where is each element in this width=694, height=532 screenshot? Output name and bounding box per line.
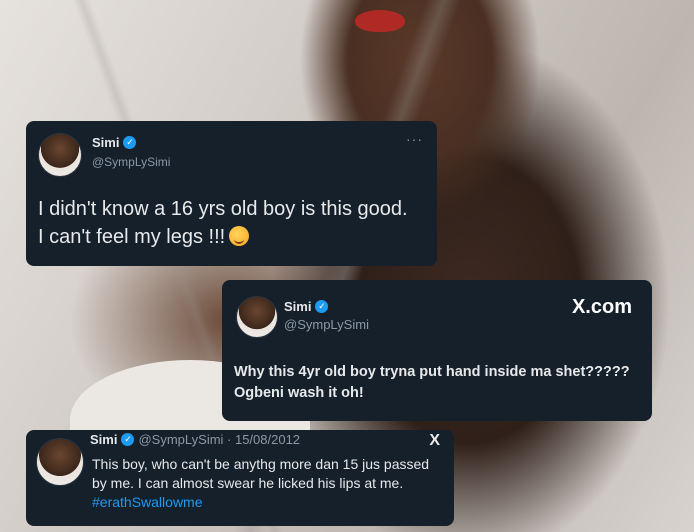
tweet-text-content: I didn't know a 16 yrs old boy is this g… — [38, 198, 408, 248]
avatar[interactable] — [36, 438, 84, 486]
tweet-text: Why this 4yr old boy tryna put hand insi… — [234, 364, 630, 401]
avatar[interactable] — [38, 133, 82, 177]
author-handle[interactable]: @SympLySimi — [284, 317, 369, 332]
tweet-card-3[interactable]: Simi ✓ @SympLySimi · 15/08/2012 X This b… — [26, 430, 454, 526]
smiling-face-with-hearts-icon — [229, 226, 250, 246]
author-row: Simi ✓ @SympLySimi · 15/08/2012 — [90, 432, 300, 447]
tweet-text-content: This boy, who can't be anythg more dan 1… — [92, 456, 430, 491]
verified-check-icon: ✓ — [315, 300, 329, 313]
tweet-card-2[interactable]: Simi ✓ @SympLySimi X.com Why this 4yr ol… — [222, 280, 652, 421]
author-row: Simi ✓ — [284, 299, 329, 314]
avatar[interactable] — [236, 296, 278, 338]
tweet-card-1[interactable]: Simi ✓ @SympLySimi ··· I didn't know a 1… — [26, 121, 437, 266]
lips — [355, 10, 405, 32]
x-com-logo: X.com — [571, 296, 632, 318]
author-name[interactable]: Simi — [92, 135, 119, 150]
hashtag-link[interactable]: #erathSwallowme — [92, 494, 203, 510]
author-handle[interactable]: @SympLySimi — [92, 155, 170, 169]
tweet-text: This boy, who can't be anythg more dan 1… — [92, 455, 442, 512]
author-name[interactable]: Simi — [284, 299, 311, 314]
x-logo-icon: X — [429, 432, 440, 449]
author-name[interactable]: Simi — [90, 432, 117, 447]
more-options-icon[interactable]: ··· — [406, 131, 423, 147]
handle-and-date: @SympLySimi · 15/08/2012 — [138, 432, 301, 447]
verified-check-icon: ✓ — [123, 136, 137, 149]
tweet-text: I didn't know a 16 yrs old boy is this g… — [38, 195, 418, 251]
verified-check-icon: ✓ — [121, 433, 135, 446]
author-row: Simi ✓ — [92, 135, 137, 150]
